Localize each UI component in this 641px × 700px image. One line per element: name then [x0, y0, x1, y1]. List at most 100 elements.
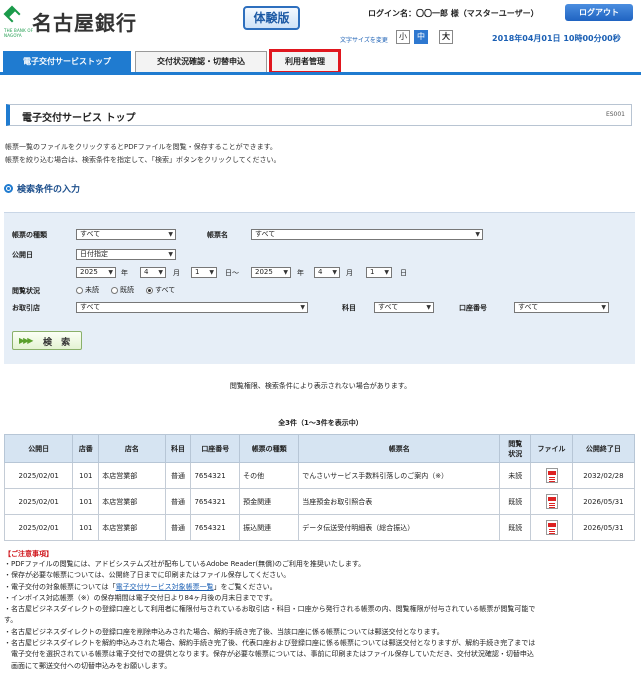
account-value: すべて [518, 303, 539, 311]
results-table: 公開日 店番 店名 科目 口座番号 帳票の種類 帳票名 閲覧 状況 ファイル 公… [3, 434, 636, 541]
tab-service-top[interactable]: 電子交付サービストップ [3, 51, 131, 72]
chevron-down-icon: ▼ [300, 304, 305, 311]
caution-line: す。 [4, 616, 18, 625]
cell-date: 2025/02/01 [3, 488, 74, 515]
from-year-select[interactable]: 2025 ▼ [76, 267, 116, 278]
doc-type-label: 帳票の種類 [12, 231, 47, 239]
chevron-down-icon: ▼ [108, 269, 113, 276]
table-row: 2025/02/01 101 本店営業部 普通 7654321 その他 でんさい… [3, 462, 636, 489]
doc-name-value: すべて [255, 230, 276, 238]
font-size-large-button[interactable]: 大 [439, 30, 453, 44]
doc-type-value: すべて [80, 230, 101, 238]
header: THE BANK OF NAGOYA 名古屋銀行 体験版 ログイン名：〇〇一郎 … [0, 0, 641, 46]
cell-branch-name: 本店営業部 [98, 462, 166, 489]
cell-date: 2025/02/01 [3, 514, 74, 541]
font-size-medium-button[interactable]: 中 [414, 30, 428, 44]
page-title-box: 電子交付サービス トップ ES001 [6, 104, 632, 126]
to-month-select[interactable]: 4 ▼ [314, 267, 340, 278]
to-year-select[interactable]: 2025 ▼ [251, 267, 291, 278]
date-mode-select[interactable]: 日付指定 ▼ [76, 249, 176, 260]
main-tabs: 電子交付サービストップ 交付状況確認・切替申込 利用者管理 [3, 49, 343, 74]
logout-button[interactable]: ログアウト [565, 4, 633, 21]
chevron-down-icon: ▼ [384, 269, 389, 276]
to-year-value: 2025 [255, 268, 273, 276]
from-month-value: 4 [144, 268, 149, 276]
pdf-file-icon[interactable] [545, 520, 558, 535]
cell-branch-no: 101 [72, 462, 100, 489]
cell-doc-name: データ伝送受付明細表（総合振込） [298, 514, 501, 541]
caution-line: 画面にて郵送交付への切替申込みをお願いします。 [4, 661, 172, 670]
radio-unread[interactable]: 未読 [76, 285, 99, 295]
radio-read[interactable]: 既読 [111, 285, 134, 295]
radio-selected-icon [146, 286, 153, 294]
caution-line-link: ・電子交付の対象帳票については「電子交付サービス対象帳票一覧」をご覧ください。 [4, 582, 634, 593]
caution-line: ・インボイス対応帳票（※）の保存期間は電子交付日より84ヶ月後の月末日までです。 [4, 593, 277, 602]
col-header-account: 口座番号 [190, 434, 241, 463]
radio-unread-label: 未読 [85, 286, 99, 294]
month-unit: 月 [346, 269, 353, 277]
search-button[interactable]: ▶▶▶ 検 索 [12, 331, 82, 350]
caution-line-suffix: 」をご覧ください。 [213, 582, 277, 591]
cell-end-date: 2026/05/31 [571, 488, 636, 515]
chevron-down-icon: ▼ [168, 251, 173, 258]
subject-select[interactable]: すべて ▼ [374, 302, 434, 313]
tab-delivery-status[interactable]: 交付状況確認・切替申込 [135, 51, 267, 72]
doc-type-select[interactable]: すべて ▼ [76, 229, 176, 240]
branch-select[interactable]: すべて ▼ [76, 302, 308, 313]
cell-read-status: 既読 [499, 514, 532, 541]
account-select[interactable]: すべて ▼ [514, 302, 609, 313]
bank-logo[interactable]: THE BANK OF NAGOYA 名古屋銀行 [3, 5, 137, 38]
caution-line-prefix: ・電子交付の対象帳票については「 [4, 582, 116, 591]
permission-notice: 閲覧権限、検索条件により表示されない場合があります。 [229, 382, 412, 390]
bank-logo-sub: THE BANK OF NAGOYA [4, 28, 34, 38]
col-header-branch-name: 店名 [98, 434, 166, 463]
result-count: 全3件（1～3件を表示中） [278, 419, 363, 427]
to-day-select[interactable]: 1 ▼ [366, 267, 392, 278]
cell-read-status: 既読 [499, 488, 532, 515]
doc-name-select[interactable]: すべて ▼ [251, 229, 483, 240]
subject-value: すべて [378, 303, 399, 311]
target-documents-link[interactable]: 電子交付サービス対象帳票一覧 [116, 583, 214, 591]
pdf-file-icon[interactable] [545, 468, 558, 483]
cell-subject: 普通 [164, 514, 192, 541]
cell-subject: 普通 [164, 488, 192, 515]
year-unit: 年 [297, 269, 304, 277]
bullet-circle-icon [4, 184, 13, 193]
date-label: 公開日 [12, 251, 33, 259]
caution-line: ・名古屋ビジネスダイレクトを解約申込みされた場合、解約手続き完了後、代表口座およ… [4, 639, 536, 648]
caution-list: ・PDFファイルの閲覧には、アドビシステムズ社が配布しているAdobe Read… [4, 559, 634, 672]
from-day-select[interactable]: 1 ▼ [191, 267, 217, 278]
section-heading: 検索条件の入力 [4, 182, 80, 195]
caution-line: 電子交付を選択されている帳票は電子交付での提供となります。保存が必要な帳票につい… [4, 650, 534, 659]
pdf-file-icon[interactable] [545, 494, 558, 509]
font-size-small-button[interactable]: 小 [396, 30, 410, 44]
cell-end-date: 2032/02/28 [571, 462, 636, 489]
cell-doc-name: でんさいサービス手数料引落しのご案内（※） [298, 462, 501, 489]
cell-subject: 普通 [164, 462, 192, 489]
month-unit: 月 [173, 269, 180, 277]
radio-all[interactable]: すべて [146, 285, 175, 295]
from-month-select[interactable]: 4 ▼ [140, 267, 166, 278]
day-unit: 日 [400, 269, 407, 277]
description-line-1: 帳票一覧のファイルをクリックするとPDFファイルを閲覧・保存することができます。 [5, 143, 277, 151]
range-separator: 日～ [225, 269, 239, 277]
subject-label: 科目 [342, 304, 356, 312]
from-year-value: 2025 [80, 268, 98, 276]
col-header-doc-type: 帳票の種類 [239, 434, 300, 463]
current-datetime: 2018年04月01日 10時00分00秒 [492, 34, 621, 43]
col-header-date: 公開日 [3, 434, 74, 463]
col-header-branch-no: 店番 [72, 434, 100, 463]
chevron-down-icon: ▼ [601, 304, 606, 311]
section-title: 検索条件の入力 [17, 185, 81, 195]
caution-line: ・名古屋ビジネスダイレクトの登録口座として利用者に権限付与されているお取引店・科… [4, 605, 536, 614]
cell-date: 2025/02/01 [3, 462, 74, 489]
tab-user-management[interactable]: 利用者管理 [269, 49, 341, 74]
login-name: ログイン名：〇〇一郎 様（マスターユーザー） [368, 9, 539, 18]
radio-all-label: すべて [155, 286, 176, 294]
table-row: 2025/02/01 101 本店営業部 普通 7654321 預金関連 当座預… [3, 488, 636, 515]
read-status-label: 閲覧状況 [12, 287, 40, 295]
font-size-label: 文字サイズを変更 [340, 37, 388, 44]
radio-read-label: 既読 [120, 286, 134, 294]
table-row: 2025/02/01 101 本店営業部 普通 7654321 振込関連 データ… [3, 514, 636, 541]
col-header-read-status: 閲覧 状況 [499, 434, 532, 463]
